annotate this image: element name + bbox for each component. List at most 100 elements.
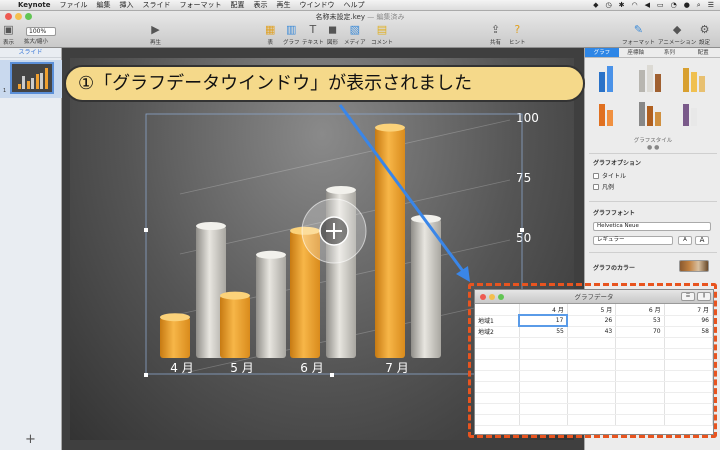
empty-cell[interactable] bbox=[519, 337, 568, 349]
column-header[interactable]: 4 月 bbox=[519, 304, 568, 316]
table-cell[interactable]: 26 bbox=[567, 315, 617, 327]
legend-checkbox-box[interactable] bbox=[593, 183, 599, 190]
empty-cell[interactable] bbox=[567, 337, 617, 349]
style-swatch-dark bbox=[683, 104, 697, 126]
empty-cell[interactable] bbox=[664, 348, 713, 360]
row-header[interactable]: 地域2 bbox=[475, 326, 520, 338]
table-row bbox=[475, 414, 713, 426]
empty-cell[interactable] bbox=[519, 392, 568, 404]
empty-cell[interactable] bbox=[567, 359, 617, 371]
empty-cell[interactable] bbox=[475, 370, 520, 382]
title-checkbox-label: タイトル bbox=[602, 173, 627, 180]
chart-data-window[interactable]: グラフデータ ☰ ⫼ 4 月 5 月 6 月 7 月 地域1 17 26 53 … bbox=[474, 289, 714, 435]
chart-options-title: グラフオプション bbox=[593, 160, 642, 167]
font-family-select[interactable]: Helvetica Neue bbox=[593, 222, 711, 231]
table-cell[interactable]: 96 bbox=[664, 315, 713, 327]
empty-cell[interactable] bbox=[475, 392, 520, 404]
table-row bbox=[475, 381, 713, 393]
empty-cell[interactable] bbox=[519, 414, 568, 426]
legend-checkbox[interactable]: 凡例 bbox=[593, 182, 614, 191]
empty-cell[interactable] bbox=[475, 414, 520, 426]
table-cell[interactable]: 43 bbox=[567, 326, 617, 338]
empty-cell[interactable] bbox=[519, 359, 568, 371]
empty-cell[interactable] bbox=[567, 370, 617, 382]
tab-series[interactable]: 系列 bbox=[653, 48, 687, 57]
empty-cell[interactable] bbox=[615, 370, 665, 382]
divider bbox=[589, 153, 717, 154]
empty-cell[interactable] bbox=[567, 403, 617, 415]
plot-rows-as-series-icon[interactable]: ☰ bbox=[681, 292, 695, 301]
divider bbox=[589, 252, 717, 253]
empty-cell[interactable] bbox=[519, 370, 568, 382]
empty-cell[interactable] bbox=[615, 414, 665, 426]
font-smaller-button[interactable]: A bbox=[678, 236, 692, 245]
font-weight-select[interactable]: レギュラー bbox=[593, 236, 673, 245]
empty-cell[interactable] bbox=[519, 403, 568, 415]
column-header[interactable]: 6 月 bbox=[615, 304, 665, 316]
row-header[interactable]: 地域1 bbox=[475, 315, 520, 327]
table-row bbox=[475, 337, 713, 349]
chart-data-table: 4 月 5 月 6 月 7 月 地域1 17 26 53 96 地域2 55 4… bbox=[475, 304, 713, 426]
chart-data-titlebar: グラフデータ ☰ ⫼ bbox=[475, 290, 713, 304]
empty-cell[interactable] bbox=[664, 370, 713, 382]
empty-cell[interactable] bbox=[664, 392, 713, 404]
chart-style-swatches[interactable] bbox=[593, 62, 715, 132]
table-cell-selected[interactable]: 17 bbox=[517, 314, 569, 327]
style-swatch-gray bbox=[639, 102, 661, 126]
empty-cell[interactable] bbox=[567, 348, 617, 360]
arrowhead-icon bbox=[456, 266, 470, 282]
plot-columns-as-series-icon[interactable]: ⫼ bbox=[697, 292, 711, 301]
empty-cell[interactable] bbox=[567, 392, 617, 404]
empty-cell[interactable] bbox=[615, 392, 665, 404]
empty-cell[interactable] bbox=[664, 403, 713, 415]
table-row: 地域1 17 26 53 96 bbox=[475, 314, 713, 327]
title-checkbox[interactable]: タイトル bbox=[593, 171, 626, 180]
tab-chart[interactable]: グラフ bbox=[585, 48, 619, 57]
empty-cell[interactable] bbox=[475, 381, 520, 393]
zoom-window-icon[interactable] bbox=[498, 294, 504, 300]
table-cell[interactable]: 55 bbox=[519, 326, 568, 338]
empty-cell[interactable] bbox=[664, 359, 713, 371]
empty-cell[interactable] bbox=[475, 348, 520, 360]
font-larger-button[interactable]: A bbox=[695, 236, 709, 245]
empty-cell[interactable] bbox=[475, 337, 520, 349]
tab-arrange[interactable]: 配置 bbox=[686, 48, 720, 57]
table-header-row: 4 月 5 月 6 月 7 月 bbox=[475, 304, 713, 316]
table-row bbox=[475, 392, 713, 404]
style-swatch-gold bbox=[683, 68, 705, 92]
column-header[interactable]: 5 月 bbox=[567, 304, 617, 316]
minimize-window-icon[interactable] bbox=[489, 294, 495, 300]
empty-cell[interactable] bbox=[567, 414, 617, 426]
tab-axis[interactable]: 座標軸 bbox=[619, 48, 653, 57]
style-page-dots[interactable]: ● ● bbox=[647, 144, 659, 151]
instruction-callout: ①「グラフデータウインドウ」が表示されました bbox=[64, 65, 585, 102]
table-corner-cell[interactable] bbox=[475, 304, 520, 316]
table-cell[interactable]: 53 bbox=[615, 315, 665, 327]
empty-cell[interactable] bbox=[615, 337, 665, 349]
empty-cell[interactable] bbox=[615, 381, 665, 393]
title-checkbox-box[interactable] bbox=[593, 172, 599, 179]
empty-cell[interactable] bbox=[664, 414, 713, 426]
empty-cell[interactable] bbox=[567, 381, 617, 393]
table-row bbox=[475, 403, 713, 415]
chart-colors-title: グラフのカラー bbox=[593, 265, 636, 272]
empty-cell[interactable] bbox=[664, 337, 713, 349]
empty-cell[interactable] bbox=[475, 359, 520, 371]
table-row: 地域2 55 43 70 58 bbox=[475, 326, 713, 338]
empty-cell[interactable] bbox=[615, 348, 665, 360]
empty-cell[interactable] bbox=[519, 381, 568, 393]
empty-cell[interactable] bbox=[664, 381, 713, 393]
column-header[interactable]: 7 月 bbox=[664, 304, 713, 316]
table-cell[interactable]: 58 bbox=[664, 326, 713, 338]
close-window-icon[interactable] bbox=[480, 294, 486, 300]
empty-cell[interactable] bbox=[615, 403, 665, 415]
inspector-tabs: グラフ 座標軸 系列 配置 bbox=[585, 48, 720, 58]
style-swatch-blue bbox=[599, 66, 613, 92]
chart-colors-select[interactable] bbox=[679, 260, 709, 272]
empty-cell[interactable] bbox=[615, 359, 665, 371]
empty-cell[interactable] bbox=[475, 403, 520, 415]
chart-data-title: グラフデータ bbox=[574, 293, 614, 301]
style-swatch-silver bbox=[639, 65, 661, 92]
table-cell[interactable]: 70 bbox=[615, 326, 665, 338]
empty-cell[interactable] bbox=[519, 348, 568, 360]
